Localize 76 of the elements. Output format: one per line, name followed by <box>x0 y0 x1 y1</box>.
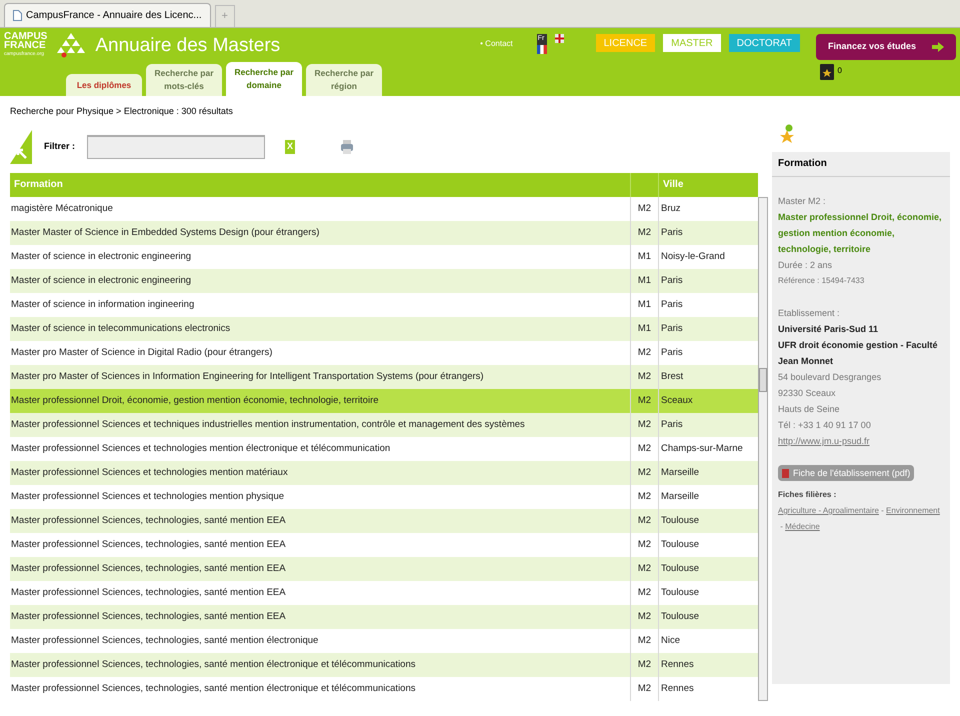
table-cell-text: Master professionnel Sciences et techniques industrielles mention instrumentation, contrôle et management des systèmes <box>10 418 526 432</box>
table-row[interactable]: Master of science in telecommunications electronics M1 Paris <box>10 317 758 341</box>
table-cell-text: Master of science in telecommunications electronics <box>10 322 232 336</box>
university-name: Université Paris-Sud 11 <box>778 323 880 336</box>
table-row[interactable]: Master pro Master of Sciences in Information Engineering for Intelligent Transportation Systems (pour étrangers) M2 Brest <box>10 365 758 389</box>
table-row[interactable]: Master Master of Science in Embedded Systems Design (pour étrangers) M2 Paris <box>10 221 758 245</box>
print-icon[interactable] <box>341 140 354 154</box>
website-link[interactable]: http://www.jm.u-psud.fr <box>778 433 944 449</box>
faculty-name: UFR droit économie gestion - Faculté Jean Monnet <box>778 339 939 368</box>
table-row[interactable]: Master of science in electronic engineering M1 Paris <box>10 269 758 293</box>
table-cell-text: Master professionnel Sciences, technologies, santé mention EEA <box>10 538 287 552</box>
table-cell-text: Master professionnel Sciences, technologies, santé mention EEA <box>10 562 287 576</box>
table-cell-text: Master professionnel Sciences, technologies, santé mention EEA <box>10 610 287 624</box>
table-cell-text: Master professionnel Sciences et technologies mention physique <box>10 490 286 504</box>
table-cell-text: Master pro Master of Sciences in Information Engineering for Intelligent Transportation Systems (pour étrangers) <box>10 370 485 384</box>
table-row[interactable]: Master professionnel Sciences, technologies, santé mention EEA M2 Toulouse <box>10 557 758 581</box>
filter-label: Filtrer : <box>44 140 76 154</box>
table-cell-text: Master of science in electronic engineering <box>10 274 192 288</box>
table-row[interactable]: Master professionnel Droit, économie, gestion mention économie, technologie, territoire M2 Sceaux <box>10 389 758 413</box>
table-cell-text: Master professionnel Sciences, technologies, santé mention électronique et télécommunications <box>10 682 417 696</box>
table-cell-text: Master professionnel Sciences et technologies mention matériaux <box>10 466 289 480</box>
table-cell-text: Master professionnel Sciences, technologies, santé mention électronique et télécommunications <box>10 658 417 672</box>
table-row[interactable]: Master professionnel Sciences, technologies, santé mention EEA M2 Toulouse <box>10 509 758 533</box>
sector-link[interactable]: Environnement <box>886 503 940 519</box>
favorites-count: 0 <box>838 65 842 77</box>
scrollbar[interactable] <box>758 197 768 701</box>
table-row[interactable]: Master professionnel Sciences et techniques industrielles mention instrumentation, contrôle et management des systèmes M2 Paris <box>10 413 758 437</box>
degree-type: Master M2 : <box>778 195 827 208</box>
favorites-folder-icon <box>820 62 834 80</box>
address-line: Hauts de Seine <box>778 403 841 416</box>
table-cell-text: Master professionnel Droit, économie, gestion mention économie, technologie, territoire <box>10 394 380 408</box>
table-row[interactable]: Master professionnel Sciences, technologies, santé mention électronique et télécommunications M2 Rennes <box>10 653 758 677</box>
nav-tab[interactable]: Recherche par région <box>306 64 382 96</box>
table-cell-text: Master of science in electronic engineering <box>10 250 192 264</box>
separator: - <box>880 505 885 517</box>
address-line: 54 boulevard Desgranges <box>778 371 882 384</box>
table-cell-text: magistère Mécatronique <box>10 202 114 216</box>
address-line: Tél : +33 1 40 91 17 00 <box>778 419 872 432</box>
back-arrow-icon[interactable] <box>10 130 32 164</box>
favorite-badge-icon[interactable] <box>780 124 794 144</box>
degree-title: Master professionnel Droit, économie, gestion mention économie, technologie, territoire <box>778 211 943 256</box>
logo-icon <box>55 32 88 58</box>
finance-button[interactable]: Financez vos études <box>816 34 956 60</box>
sector-link[interactable]: Médecine <box>785 519 820 535</box>
filter-field[interactable] <box>87 135 266 159</box>
breadcrumb: Recherche pour Physique > Electronique : 300 résultats <box>10 105 234 118</box>
table-cell-text: Master pro Master of Science in Digital Radio (pour étrangers) <box>10 346 274 360</box>
nav-tab[interactable]: Recherche par domaine <box>226 62 302 96</box>
site-title: Annuaire des Masters <box>95 36 280 55</box>
establishment-label: Etablissement : <box>778 307 841 320</box>
table-row[interactable]: Master professionnel Sciences, technologies, santé mention EEA M2 Toulouse <box>10 605 758 629</box>
nav-tab[interactable]: Recherche par mots-clés <box>146 64 222 96</box>
table-cell-text: Master professionnel Sciences et technologies mention électronique et télécommunication <box>10 442 392 456</box>
duration: Durée : 2 ans <box>778 259 834 272</box>
arrow-icon <box>932 42 944 52</box>
logo-text: CAMPUS <box>4 32 48 41</box>
page-icon <box>13 10 22 21</box>
table-cell-text: Master professionnel Sciences, technologies, santé mention EEA <box>10 586 287 600</box>
uk-flag-icon <box>554 34 564 43</box>
sector-link[interactable]: Agriculture - Agroalimentaire <box>778 503 879 519</box>
table-cell-text: Master Master of Science in Embedded Systems Design (pour étrangers) <box>10 226 320 240</box>
table-cell-text: Master of science in information ingineering <box>10 298 196 312</box>
sectors-label: Fiches filières : <box>778 489 838 501</box>
logo-text: FRANCE <box>4 41 47 50</box>
panel-heading: Formation <box>772 152 950 177</box>
table-cell-text: Master professionnel Sciences, technologies, santé mention électronique <box>10 634 320 648</box>
address-line: 92330 Sceaux <box>778 387 837 400</box>
separator: - <box>779 521 784 533</box>
reference: Référence : 15494-7433 <box>778 275 866 287</box>
table-cell-text: Master professionnel Sciences, technologies, santé mention EEA <box>10 514 287 528</box>
pdf-icon <box>782 468 789 478</box>
browser-tab[interactable]: CampusFrance - Annuaire des Licenc... <box>4 3 211 27</box>
nav-tab[interactable]: Les diplômes <box>66 74 142 96</box>
flag-icon <box>536 44 547 54</box>
table-cell: M2 <box>630 677 658 701</box>
table-row[interactable]: Master professionnel Sciences et technologies mention matériaux M2 Marseille <box>10 461 758 485</box>
